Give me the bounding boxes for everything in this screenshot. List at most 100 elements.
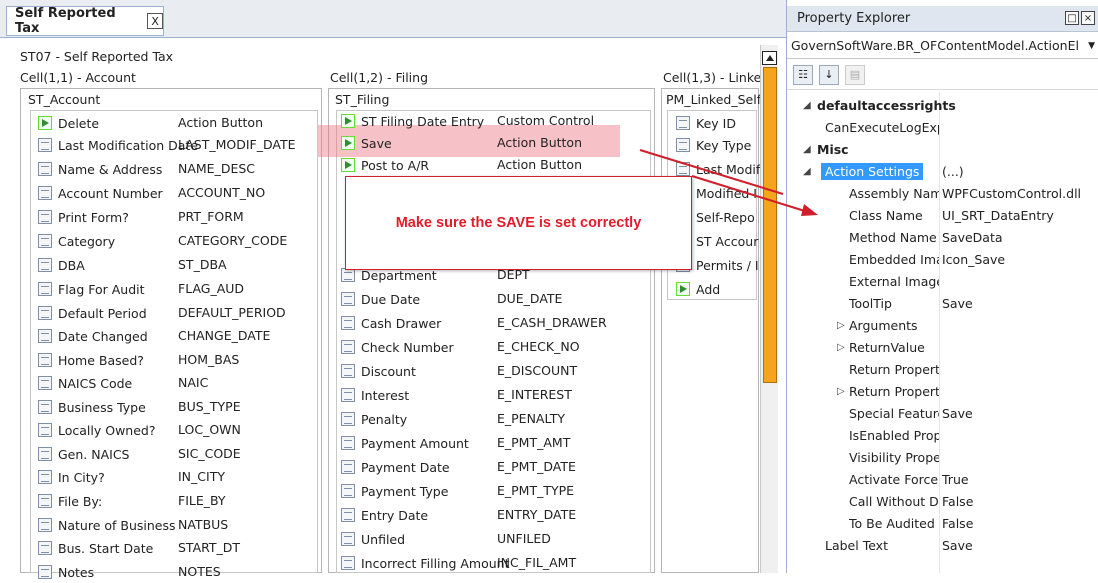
field-icon: [38, 138, 52, 152]
field-row[interactable]: Unfiled: [341, 528, 405, 550]
field-row[interactable]: Key ID: [676, 112, 736, 134]
field-row[interactable]: NAICS Code: [38, 372, 132, 394]
property-value[interactable]: Icon_Save: [942, 252, 1005, 267]
property-row[interactable]: Embedded Ima Icon_Save: [787, 248, 1098, 270]
field-row[interactable]: Key Type: [676, 134, 751, 156]
field-row[interactable]: Delete: [38, 112, 99, 134]
property-row[interactable]: To Be Audited False: [787, 512, 1098, 534]
field-icon: [676, 138, 690, 152]
field-label: ST Accour: [696, 233, 759, 249]
chevron-down-icon[interactable]: ▼: [1088, 41, 1095, 51]
expand-icon[interactable]: ◢: [803, 166, 811, 177]
field-row[interactable]: In City?: [38, 466, 105, 488]
property-value[interactable]: UI_SRT_DataEntry: [942, 208, 1054, 223]
expand-icon[interactable]: ◢: [803, 144, 811, 155]
field-label: Entry Date: [361, 507, 429, 523]
field-icon: [38, 518, 52, 532]
field-row[interactable]: Payment Amount: [341, 432, 469, 454]
field-row[interactable]: File By:: [38, 490, 102, 512]
field-row[interactable]: Name & Address: [38, 158, 162, 180]
designer-scrollbar[interactable]: [760, 45, 778, 573]
close-icon[interactable]: ×: [1081, 11, 1095, 25]
field-row[interactable]: Discount: [341, 360, 416, 382]
property-pages-icon[interactable]: ▤: [845, 64, 865, 85]
field-row[interactable]: Account Number: [38, 182, 163, 204]
field-row[interactable]: Save: [341, 132, 392, 154]
field-row[interactable]: Date Changed: [38, 325, 148, 347]
property-row[interactable]: ▷ ReturnValue: [787, 336, 1098, 358]
field-row[interactable]: Check Number: [341, 336, 454, 358]
property-row[interactable]: Label Text Save: [787, 534, 1098, 556]
field-row[interactable]: Cash Drawer: [341, 312, 441, 334]
field-row[interactable]: Entry Date: [341, 504, 428, 526]
field-row[interactable]: Default Period: [38, 302, 147, 324]
field-row[interactable]: Payment Type: [341, 480, 448, 502]
document-tab[interactable]: Self Reported Tax X: [6, 6, 164, 36]
property-value[interactable]: (...): [942, 164, 964, 179]
property-row[interactable]: CanExecuteLogExp: [787, 116, 1098, 138]
property-row[interactable]: ToolTip Save: [787, 292, 1098, 314]
field-row[interactable]: Penalty: [341, 408, 407, 430]
property-row[interactable]: Class Name UI_SRT_DataEntry: [787, 204, 1098, 226]
property-row[interactable]: Return Propert: [787, 358, 1098, 380]
field-row[interactable]: Interest: [341, 384, 409, 406]
property-row[interactable]: Method Name SaveData: [787, 226, 1098, 248]
field-row[interactable]: ST Filing Date Entry: [341, 110, 484, 132]
field-row[interactable]: Locally Owned?: [38, 419, 156, 441]
field-row[interactable]: Nature of Business: [38, 514, 176, 536]
property-value[interactable]: Save: [942, 296, 973, 311]
field-row[interactable]: Payment Date: [341, 456, 450, 478]
property-row[interactable]: Call Without D False: [787, 490, 1098, 512]
property-row[interactable]: Special Feature Save: [787, 402, 1098, 424]
scroll-thumb[interactable]: [763, 67, 777, 383]
property-name: Method Name: [849, 229, 937, 245]
collapsed-icon[interactable]: ▷: [837, 386, 845, 397]
collapsed-icon[interactable]: ▷: [837, 342, 845, 353]
field-row[interactable]: Home Based?: [38, 349, 144, 371]
field-row[interactable]: Due Date: [341, 288, 420, 310]
field-label: Date Changed: [58, 328, 148, 344]
field-label: Payment Amount: [361, 435, 469, 451]
property-row[interactable]: ▷ Arguments: [787, 314, 1098, 336]
property-category[interactable]: ◢ defaultaccessrights: [787, 94, 1098, 116]
field-row[interactable]: Gen. NAICS: [38, 443, 130, 465]
field-row[interactable]: Notes: [38, 561, 94, 583]
property-value[interactable]: False: [942, 516, 973, 531]
expand-icon[interactable]: ◢: [803, 100, 811, 111]
property-value[interactable]: SaveData: [942, 230, 1003, 245]
property-row[interactable]: Activate Force True: [787, 468, 1098, 490]
collapsed-icon[interactable]: ▷: [837, 320, 845, 331]
field-label: Last Modifi: [696, 161, 764, 177]
field-row[interactable]: Bus. Start Date: [38, 537, 153, 559]
property-value[interactable]: WPFCustomControl.dll: [942, 186, 1081, 201]
property-row[interactable]: ◢ Action Settings (...): [787, 160, 1098, 182]
property-value[interactable]: False: [942, 494, 973, 509]
property-row[interactable]: Assembly Nam WPFCustomControl.dll: [787, 182, 1098, 204]
property-category[interactable]: ◢ Misc: [787, 138, 1098, 160]
property-row[interactable]: IsEnabled Prop: [787, 424, 1098, 446]
sort-alpha-icon[interactable]: ↓: [819, 64, 839, 85]
restore-icon[interactable]: □: [1065, 11, 1079, 25]
property-value[interactable]: Save: [942, 538, 973, 553]
field-row[interactable]: Incorrect Filling Amount: [341, 552, 509, 574]
field-row[interactable]: Category: [38, 230, 115, 252]
field-row[interactable]: Add: [676, 278, 720, 300]
field-value: START_DT: [178, 540, 241, 555]
property-explorer-header: Property Explorer □ ×: [787, 6, 1098, 32]
field-row[interactable]: Business Type: [38, 396, 146, 418]
field-row[interactable]: Post to A/R: [341, 154, 429, 176]
close-icon[interactable]: X: [147, 13, 163, 29]
property-value[interactable]: True: [942, 472, 969, 487]
scroll-up-icon[interactable]: [762, 51, 777, 65]
field-row[interactable]: Flag For Audit: [38, 278, 145, 300]
object-selector[interactable]: GovernSoftWare.BR_OFContentModel.ActionE…: [787, 33, 1098, 59]
field-row[interactable]: Print Form?: [38, 206, 129, 228]
field-row[interactable]: Last Modification Date: [38, 134, 198, 156]
field-icon: [676, 116, 690, 130]
property-value[interactable]: Save: [942, 406, 973, 421]
property-row[interactable]: External Image: [787, 270, 1098, 292]
property-row[interactable]: ▷ Return Propert: [787, 380, 1098, 402]
categorized-icon[interactable]: ☷: [793, 64, 813, 85]
property-row[interactable]: Visibility Prope: [787, 446, 1098, 468]
field-row[interactable]: DBA: [38, 254, 85, 276]
